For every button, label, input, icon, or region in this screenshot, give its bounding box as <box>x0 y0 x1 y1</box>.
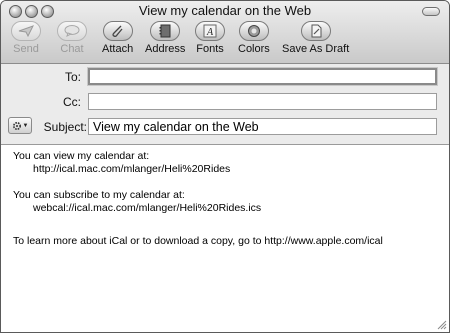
to-label: To: <box>64 70 81 84</box>
fonts-icon: A <box>195 21 225 41</box>
mail-compose-window: View my calendar on the Web Send Chat At… <box>0 0 450 333</box>
cc-label: Cc: <box>63 95 81 109</box>
to-field[interactable] <box>88 68 437 85</box>
colors-label: Colors <box>238 43 270 55</box>
chat-button[interactable]: Chat <box>57 21 87 55</box>
address-book-icon <box>150 21 181 41</box>
toolbar: Send Chat Attach Address A Fonts Colors … <box>1 21 449 61</box>
save-as-draft-label: Save As Draft <box>282 43 350 55</box>
send-icon <box>11 21 41 41</box>
address-button[interactable]: Address <box>145 21 185 55</box>
body-line-subscribe: You can subscribe to my calendar at: <box>13 189 185 201</box>
send-button[interactable]: Send <box>11 21 41 55</box>
attach-button[interactable]: Attach <box>102 21 133 55</box>
color-wheel-icon <box>238 21 269 41</box>
body-url-subscribe: webcal://ical.mac.com/mlanger/Heli%20Rid… <box>33 202 262 214</box>
svg-text:A: A <box>206 27 214 38</box>
subject-label: Subject: <box>43 120 87 134</box>
toolbar-toggle-button[interactable] <box>422 7 440 16</box>
colors-button[interactable]: Colors <box>238 21 270 55</box>
message-body[interactable]: You can view my calendar at: http://ical… <box>13 150 439 248</box>
gear-icon <box>12 121 21 130</box>
save-as-draft-button[interactable]: Save As Draft <box>282 21 349 55</box>
paperclip-icon <box>102 21 133 41</box>
address-label: Address <box>145 43 186 55</box>
body-line-learn-more: To learn more about iCal or to download … <box>13 235 383 247</box>
fonts-label: Fonts <box>196 43 224 55</box>
title-bar: View my calendar on the Web Send Chat At… <box>1 1 449 64</box>
body-url-view: http://ical.mac.com/mlanger/Heli%20Rides <box>33 163 231 175</box>
draft-document-icon <box>300 21 331 41</box>
body-line-view: You can view my calendar at: <box>13 150 150 162</box>
chat-icon <box>57 21 87 41</box>
message-headers: To: Cc: ▼ Subject: <box>1 64 449 145</box>
cc-field[interactable] <box>88 93 437 110</box>
subject-field[interactable] <box>88 118 437 135</box>
chat-label: Chat <box>60 43 84 55</box>
resize-grip-icon[interactable] <box>435 318 447 330</box>
attach-label: Attach <box>102 43 134 55</box>
fonts-button[interactable]: A Fonts <box>195 21 225 55</box>
window-title: View my calendar on the Web <box>138 3 312 18</box>
send-label: Send <box>13 43 39 55</box>
